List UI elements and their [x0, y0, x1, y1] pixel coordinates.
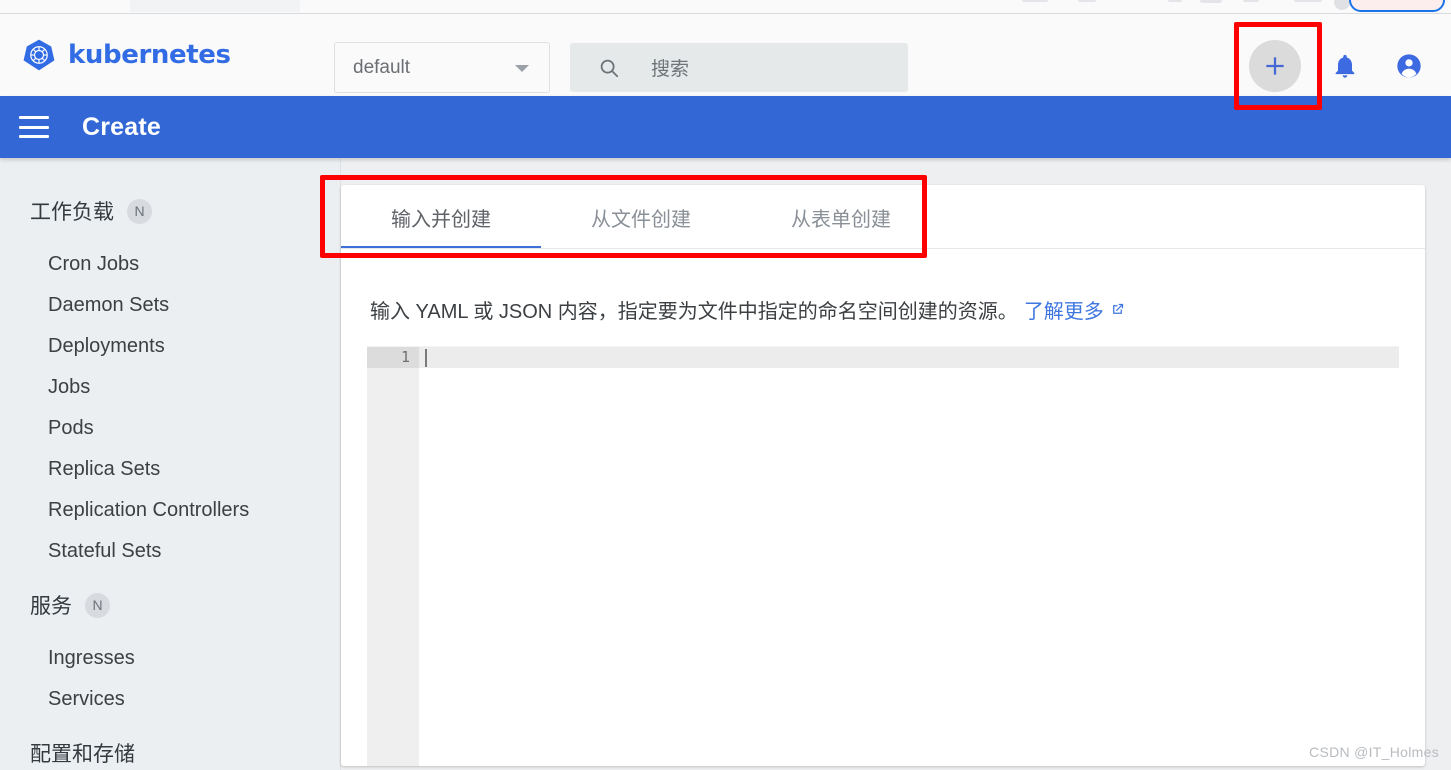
hamburger-line-1: [19, 116, 49, 119]
editor-gutter: 1: [367, 347, 419, 766]
sidebar-group-services[interactable]: 服务 N: [0, 584, 340, 626]
sidebar-item-label: Services: [48, 688, 125, 710]
sidebar-group-label: 工作负载: [30, 201, 114, 224]
browser-omnibox-highlight: [1349, 0, 1445, 12]
page-action-bar: Create: [0, 96, 1451, 158]
search-icon: [600, 59, 619, 77]
sidebar-group-config-and-storage[interactable]: 配置和存储: [0, 732, 340, 770]
sidebar-item-label: Replica Sets: [48, 458, 161, 480]
kubernetes-helm-logo-icon: [23, 39, 55, 71]
tab-create-from-file[interactable]: 从文件创建: [541, 185, 741, 249]
editor-line-number: 1: [400, 348, 410, 366]
sidebar-item-label: Replication Controllers: [48, 499, 250, 521]
hamburger-line-3: [19, 135, 49, 138]
sidebar-group-badge: N: [127, 198, 152, 224]
sidebar-item-label: Pods: [48, 417, 94, 439]
browser-ghost-f: [1294, 0, 1322, 2]
create-method-tabs: 输入并创建 从文件创建 从表单创建: [341, 185, 1425, 249]
sidebar-item-jobs[interactable]: Jobs: [0, 367, 340, 408]
editor-active-line-highlight: [419, 347, 1399, 368]
page-title: Create: [82, 112, 162, 141]
sidebar-item-label: Daemon Sets: [48, 294, 170, 316]
tab-label: 从文件创建: [591, 208, 691, 231]
editor-text-caret: [425, 349, 427, 367]
namespace-selector[interactable]: default: [334, 42, 550, 93]
watermark: CSDN @IT_Holmes: [1309, 744, 1439, 760]
search-box[interactable]: 搜索: [570, 43, 908, 92]
sidebar-item-label: Deployments: [48, 335, 165, 357]
sidebar-item-deployments[interactable]: Deployments: [0, 326, 340, 367]
sidebar-group-workloads[interactable]: 工作负载 N: [0, 190, 340, 232]
bell-icon: [1335, 54, 1355, 78]
sidebar-group-label: 配置和存储: [30, 743, 135, 766]
sidebar-item-daemon-sets[interactable]: Daemon Sets: [0, 285, 340, 326]
description-text: 输入 YAML 或 JSON 内容，指定要为文件中指定的命名空间创建的资源。: [370, 301, 1018, 323]
notifications-button[interactable]: [1325, 46, 1365, 86]
editor-gutter-active-line: [367, 347, 419, 368]
sidebar-item-stateful-sets[interactable]: Stateful Sets: [0, 531, 340, 572]
tab-label: 输入并创建: [391, 208, 491, 231]
plus-icon: [1266, 57, 1284, 75]
browser-ghost-a: [1022, 0, 1048, 2]
brand-name: kubernetes: [68, 40, 231, 70]
browser-ghost-e: [1243, 0, 1259, 2]
kubernetes-dashboard-page: kubernetes default 搜索 Create 工作负载 N Cron…: [0, 0, 1451, 770]
browser-ghost-c: [1168, 0, 1182, 2]
sidebar-group-badge: N: [85, 592, 110, 618]
tab-label: 从表单创建: [791, 208, 891, 231]
sidebar-navigation: 工作负载 N Cron Jobs Daemon Sets Deployments…: [0, 158, 341, 770]
sidebar-item-ingresses[interactable]: Ingresses: [0, 638, 340, 679]
sidebar-item-replica-sets[interactable]: Replica Sets: [0, 449, 340, 490]
create-resource-button[interactable]: [1249, 40, 1301, 92]
topbar-actions: [1249, 40, 1429, 92]
editor-code-area[interactable]: [419, 347, 1399, 766]
account-circle-icon: [1397, 54, 1421, 78]
yaml-json-editor[interactable]: 1: [367, 346, 1399, 766]
sidebar-item-label: Stateful Sets: [48, 540, 162, 562]
browser-ghost-b: [1078, 0, 1096, 2]
browser-chrome-strip: [0, 0, 1451, 14]
sidebar-item-pods[interactable]: Pods: [0, 408, 340, 449]
browser-tab-ghost: [130, 0, 300, 12]
sidebar-item-label: Ingresses: [48, 647, 135, 669]
external-link-icon: [1112, 303, 1123, 314]
learn-more-link[interactable]: 了解更多: [1024, 295, 1125, 324]
sidebar-item-label: Jobs: [48, 376, 91, 398]
browser-ghost-d: [1200, 0, 1222, 3]
account-button[interactable]: [1389, 46, 1429, 86]
sidebar-item-cron-jobs[interactable]: Cron Jobs: [0, 244, 340, 285]
search-input-placeholder: 搜索: [651, 59, 690, 80]
browser-avatar-ghost: [1334, 0, 1350, 10]
create-resource-card: 输入并创建 从文件创建 从表单创建 输入 YAML 或 JSON 内容，指定要为…: [341, 185, 1425, 766]
chevron-down-icon: [515, 65, 529, 72]
hamburger-line-2: [19, 125, 49, 129]
create-description: 输入 YAML 或 JSON 内容，指定要为文件中指定的命名空间创建的资源。 了…: [341, 269, 1425, 324]
sidebar-item-services[interactable]: Services: [0, 679, 340, 720]
brand-logo-area[interactable]: kubernetes: [22, 38, 231, 72]
sidebar-item-label: Cron Jobs: [48, 253, 140, 275]
sidebar-item-replication-controllers[interactable]: Replication Controllers: [0, 490, 340, 531]
top-app-bar: kubernetes default 搜索: [0, 14, 1451, 96]
main-content: 输入并创建 从文件创建 从表单创建 输入 YAML 或 JSON 内容，指定要为…: [341, 158, 1451, 770]
tab-create-from-input[interactable]: 输入并创建: [341, 185, 541, 249]
hamburger-menu-icon[interactable]: [19, 116, 49, 138]
tab-create-from-form[interactable]: 从表单创建: [741, 185, 941, 249]
learn-more-label: 了解更多: [1023, 301, 1104, 323]
namespace-selected-value: default: [353, 56, 411, 78]
sidebar-group-label: 服务: [30, 595, 72, 618]
